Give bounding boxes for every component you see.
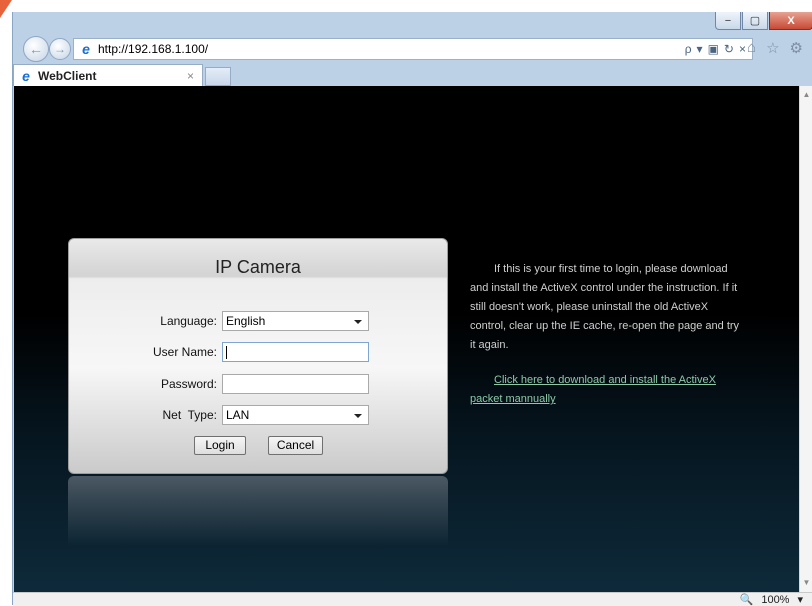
language-value: English [226,314,266,328]
window-controls: − ▢ X [714,12,812,32]
vertical-scrollbar[interactable]: ▲ ▼ [799,86,812,592]
forward-arrow-icon: → [54,42,66,56]
browser-window: − ▢ X ← → e http://192.168.1.100/ ρ ▾ ▣ … [12,12,812,606]
nettype-value: LAN [226,408,250,422]
url-text[interactable]: http://192.168.1.100/ [98,42,685,56]
browser-toolbar-icons: ⌂ ☆ ⚙ [747,39,803,57]
search-icon[interactable]: ρ [685,42,692,56]
forward-button[interactable]: → [49,38,71,60]
new-tab-button[interactable] [205,67,231,86]
ie-tab-icon: e [22,67,30,84]
close-window-button[interactable]: X [769,12,812,30]
stop-icon[interactable]: × [739,42,746,56]
language-row: Language: English [69,311,447,331]
nettype-row: Net Type: LAN [69,405,447,425]
activex-download-link[interactable]: Click here to download and install the A… [470,371,740,409]
zoom-icon: 🔍 [739,594,754,606]
panel-reflection [68,476,448,546]
chevron-down-icon [354,414,362,418]
minimize-button[interactable]: − [715,12,741,30]
ie-logo-icon: e [82,41,90,57]
back-button[interactable]: ← [23,36,49,62]
scroll-down-icon[interactable]: ▼ [800,576,812,590]
compatibility-view-icon[interactable]: ▣ [708,42,719,56]
settings-gear-icon[interactable]: ⚙ [790,39,803,57]
tab-webclient[interactable]: e WebClient × [13,64,203,86]
nettype-select[interactable]: LAN [222,405,369,425]
username-input[interactable] [222,342,369,362]
back-arrow-icon: ← [29,41,43,57]
password-row: Password: [69,374,447,394]
home-icon[interactable]: ⌂ [747,39,756,57]
text-cursor [226,346,227,359]
login-panel: IP Camera Language: English User Name: P… [68,238,448,474]
username-label: User Name: [152,345,217,359]
address-row: ← → e http://192.168.1.100/ ρ ▾ ▣ ↻ × ⌂ … [13,36,812,62]
language-label: Language: [160,314,217,328]
username-row: User Name: [69,342,447,362]
corner-marker [0,0,12,18]
refresh-icon[interactable]: ↻ [724,42,734,56]
info-message: If this is your first time to login, ple… [470,263,740,351]
button-row: Login Cancel [69,436,447,456]
maximize-button[interactable]: ▢ [742,12,768,30]
cancel-button[interactable]: Cancel [268,436,323,455]
zoom-dropdown-icon[interactable]: ▾ [797,593,803,606]
scroll-up-icon[interactable]: ▲ [800,88,812,102]
activex-instructions: If this is your first time to login, ple… [470,260,740,409]
nettype-label: Net Type: [162,408,217,422]
chevron-down-icon [354,320,362,324]
tab-strip: e WebClient × [13,64,812,86]
status-bar: 🔍 100% ▾ [13,592,812,606]
panel-title: IP Camera [215,257,301,277]
language-select[interactable]: English [222,311,369,331]
address-bar[interactable]: e http://192.168.1.100/ ρ ▾ ▣ ↻ × [73,38,753,60]
search-dropdown-icon[interactable]: ▾ [697,42,703,56]
password-label: Password: [160,377,217,391]
page-content: IP Camera Language: English User Name: P… [14,86,799,592]
address-tools: ρ ▾ ▣ ↻ × [685,42,752,56]
zoom-level: 100% [761,593,790,606]
password-input[interactable] [222,374,369,394]
tab-title: WebClient [38,68,97,83]
tab-close-icon[interactable]: × [187,69,194,83]
zoom-control[interactable]: 🔍 100% ▾ [740,593,803,606]
login-button[interactable]: Login [194,436,246,455]
favorites-star-icon[interactable]: ☆ [766,39,779,57]
